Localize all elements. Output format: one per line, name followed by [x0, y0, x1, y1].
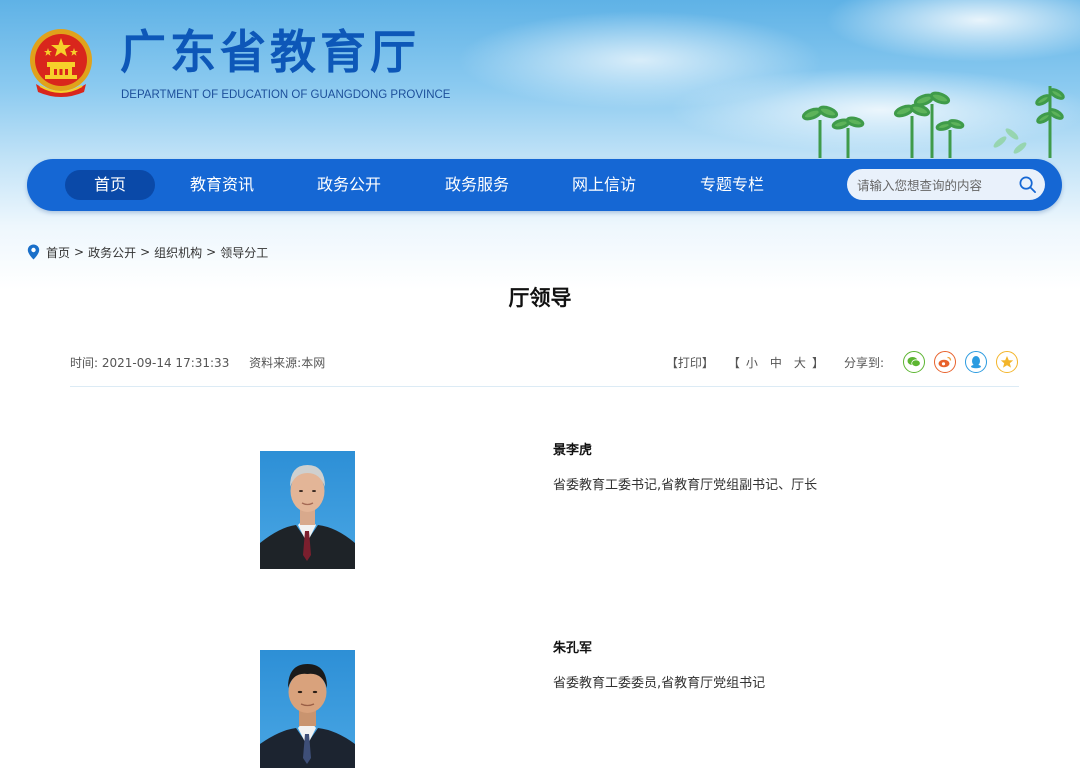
- article-meta: 时间: 2021-09-14 17:31:33 资料来源:本网: [70, 354, 341, 371]
- wechat-icon[interactable]: [903, 351, 925, 373]
- source-value: 本网: [301, 356, 326, 370]
- font-size-large-button[interactable]: 大: [794, 354, 806, 371]
- search-icon[interactable]: [1018, 175, 1037, 194]
- nav-education-news[interactable]: 教育资讯: [177, 170, 267, 200]
- sprout-decoration-icon: [801, 86, 1065, 158]
- print-button[interactable]: 【打印】: [666, 354, 714, 371]
- font-size-small-button[interactable]: 小: [746, 354, 758, 371]
- divider: [70, 386, 1019, 387]
- font-size-bracket-close: 】: [811, 355, 824, 370]
- qq-icon[interactable]: [965, 351, 987, 373]
- breadcrumb-separator: >: [206, 245, 217, 259]
- site-subtitle: DEPARTMENT OF EDUCATION OF GUANGDONG PRO…: [121, 89, 451, 101]
- national-emblem-icon: [30, 29, 92, 97]
- breadcrumb-separator: >: [140, 245, 151, 259]
- weibo-icon[interactable]: [934, 351, 956, 373]
- time-label: 时间:: [70, 356, 99, 370]
- source-label: 资料来源:: [249, 356, 302, 370]
- nav-government-affairs[interactable]: 政务公开: [304, 170, 394, 200]
- location-pin-icon: [27, 244, 40, 260]
- breadcrumb-leadership-division[interactable]: 领导分工: [220, 244, 268, 261]
- breadcrumb-government-affairs[interactable]: 政务公开: [88, 244, 136, 261]
- source: 资料来源:本网: [249, 356, 325, 370]
- leader-photo: [260, 451, 355, 569]
- search-box: [847, 169, 1045, 202]
- breadcrumb-home[interactable]: 首页: [46, 244, 70, 261]
- nav-home[interactable]: 首页: [65, 170, 155, 200]
- nav-online-petition[interactable]: 网上信访: [559, 170, 649, 200]
- font-size-medium-button[interactable]: 中: [770, 354, 782, 371]
- leader-photo: [260, 650, 355, 768]
- qzone-icon[interactable]: [996, 351, 1018, 373]
- leader-name: 景李虎: [553, 443, 593, 458]
- search-input[interactable]: [855, 169, 1019, 202]
- leader-title: 省委教育工委委员,省教育厅党组书记: [553, 676, 766, 691]
- publish-time: 时间: 2021-09-14 17:31:33: [70, 356, 229, 370]
- share-label: 分享到:: [843, 355, 884, 370]
- nav-special-topics[interactable]: 专题专栏: [687, 170, 777, 200]
- leader-name: 朱孔军: [553, 641, 593, 656]
- breadcrumb: 首页 > 政务公开 > 组织机构 > 领导分工: [27, 243, 268, 261]
- breadcrumb-separator: >: [74, 245, 85, 259]
- leader-title: 省委教育工委书记,省教育厅党组副书记、厅长: [553, 478, 818, 493]
- page-title: 厅领导: [508, 286, 572, 310]
- font-size-bracket-open: 【: [727, 355, 740, 370]
- site-title: 广东省教育厅: [120, 25, 420, 79]
- article-tools: 【打印】 【 小 中 大 】 分享到:: [666, 348, 1018, 376]
- breadcrumb-organization[interactable]: 组织机构: [154, 244, 202, 261]
- main-nav: 首页 教育资讯 政务公开 政务服务 网上信访 专题专栏: [27, 159, 1062, 211]
- nav-government-services[interactable]: 政务服务: [432, 170, 522, 200]
- time-value: 2021-09-14 17:31:33: [101, 356, 230, 370]
